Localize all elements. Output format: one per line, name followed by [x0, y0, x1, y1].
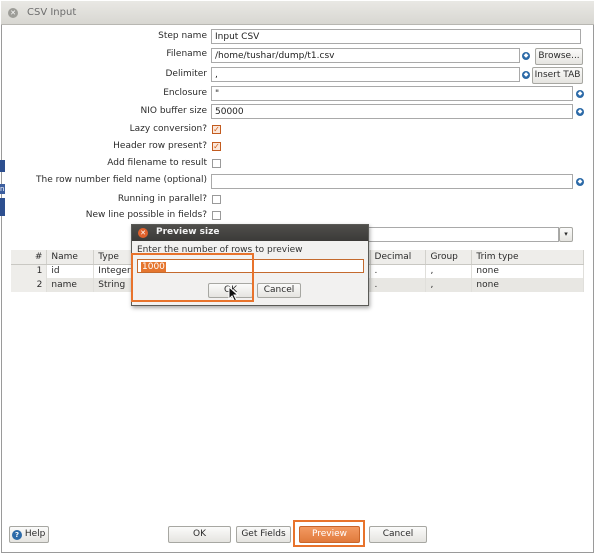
left-edge-strip [0, 160, 5, 172]
add-filename-label: Add filename to result [107, 158, 207, 168]
close-icon[interactable]: ✕ [138, 228, 148, 238]
delimiter-input[interactable]: , [211, 67, 520, 82]
parallel-checkbox[interactable] [212, 195, 221, 204]
filename-input[interactable]: /home/tushar/dump/t1.csv [211, 48, 520, 63]
left-edge-glyph: n [0, 184, 5, 194]
enclosure-label: Enclosure [163, 88, 207, 98]
new-line-checkbox[interactable] [212, 211, 221, 220]
preview-button[interactable]: Preview [299, 526, 360, 543]
help-icon: ? [12, 530, 22, 540]
window-title: CSV Input [27, 7, 77, 18]
variable-icon: ◆ [522, 52, 530, 60]
row-number: 2 [11, 278, 48, 292]
column-header[interactable]: Group [425, 250, 473, 265]
parallel-label: Running in parallel? [117, 194, 207, 204]
column-header[interactable]: Type [93, 250, 136, 265]
enclosure-input[interactable]: " [211, 86, 573, 101]
cell-decimal[interactable]: . [370, 264, 427, 278]
cell-trim[interactable]: none [471, 278, 584, 292]
variable-icon: ◆ [522, 71, 530, 79]
header-row-label: Header row present? [113, 141, 207, 151]
left-edge-strip-2 [0, 198, 5, 216]
highlight-frame [131, 253, 254, 302]
cell-type[interactable]: Integer [93, 264, 136, 278]
preview-dialog-title: Preview size [156, 227, 220, 237]
lazy-conversion-label: Lazy conversion? [129, 124, 207, 134]
variable-icon: ◆ [576, 90, 584, 98]
chevron-down-icon[interactable]: ▾ [559, 227, 573, 242]
row-number-label: The row number field name (optional) [36, 175, 207, 185]
get-fields-button[interactable]: Get Fields [236, 526, 291, 543]
cell-decimal[interactable]: . [370, 278, 427, 292]
variable-icon: ◆ [576, 108, 584, 116]
column-header[interactable]: Trim type [471, 250, 584, 265]
delimiter-label: Delimiter [165, 69, 207, 79]
lazy-conversion-checkbox[interactable]: ✓ [212, 125, 221, 134]
cell-name[interactable]: name [46, 278, 95, 292]
cell-group[interactable]: , [425, 264, 473, 278]
cell-name[interactable]: id [46, 264, 95, 278]
row-number: 1 [11, 264, 48, 278]
insert-tab-button[interactable]: Insert TAB [532, 67, 583, 84]
variable-icon: ◆ [576, 178, 584, 186]
ok-button[interactable]: OK [168, 526, 231, 543]
preview-dialog-titlebar: ✕ Preview size [132, 225, 368, 241]
add-filename-checkbox[interactable] [212, 159, 221, 168]
title-bar: ✕ CSV Input [1, 1, 594, 25]
preview-cancel-button[interactable]: Cancel [257, 283, 301, 298]
column-header[interactable]: # [11, 250, 48, 265]
column-header[interactable]: Name [46, 250, 95, 265]
help-label: Help [24, 529, 46, 539]
step-name-input[interactable]: Input CSV [211, 29, 581, 44]
help-button[interactable]: ? Help [9, 526, 49, 543]
header-row-checkbox[interactable]: ✓ [212, 142, 221, 151]
browse-button[interactable]: Browse... [535, 48, 583, 65]
cancel-button[interactable]: Cancel [369, 526, 427, 543]
nio-buffer-label: NIO buffer size [140, 106, 208, 116]
cell-trim[interactable]: none [471, 264, 584, 278]
filename-label: Filename [166, 49, 207, 59]
close-icon[interactable]: ✕ [8, 8, 18, 18]
cell-type[interactable]: String [93, 278, 136, 292]
cell-group[interactable]: , [425, 278, 473, 292]
new-line-label: New line possible in fields? [85, 210, 207, 220]
column-header[interactable]: Decimal [370, 250, 427, 265]
nio-buffer-input[interactable]: 50000 [211, 104, 573, 119]
step-name-label: Step name [158, 31, 207, 41]
row-number-input[interactable] [211, 174, 573, 189]
